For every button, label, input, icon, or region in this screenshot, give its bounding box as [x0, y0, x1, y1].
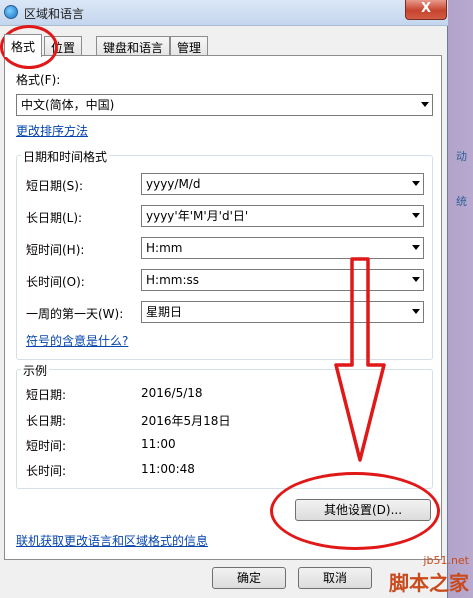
datetime-group-title: 日期和时间格式 [21, 148, 110, 165]
short-date-label: 短日期(S): [26, 179, 84, 193]
example-short-time-value: 11:00 [141, 437, 176, 451]
annotation-circle-other-settings [270, 472, 440, 550]
first-day-label: 一周的第一天(W): [26, 307, 124, 321]
short-date-select[interactable]: yyyy/M/d [141, 173, 424, 195]
ok-button[interactable]: 确定 [212, 567, 286, 589]
globe-icon [4, 5, 18, 19]
background-text: 动 [456, 150, 467, 163]
chevron-down-icon [412, 309, 420, 314]
watermark-site: jb51.net [423, 554, 469, 567]
chevron-down-icon [412, 181, 420, 186]
long-date-select[interactable]: yyyy'年'M'月'd'日' [141, 205, 424, 227]
example-group-title: 示例 [21, 362, 50, 379]
example-long-time-value: 11:00:48 [141, 462, 195, 476]
long-time-label: 长时间(O): [26, 275, 85, 289]
short-time-value: H:mm [146, 241, 183, 255]
chevron-down-icon [412, 213, 420, 218]
example-long-date-value: 2016年5月18日 [141, 414, 231, 428]
example-short-time-label: 短时间: [26, 439, 67, 453]
chevron-down-icon [412, 245, 420, 250]
close-button[interactable]: X [405, 0, 447, 20]
symbol-meaning-link[interactable]: 符号的含意是什么? [26, 332, 128, 349]
format-select-value: 中文(简体，中国) [21, 98, 115, 112]
chevron-down-icon [412, 277, 420, 282]
example-short-date-label: 短日期: [26, 388, 67, 402]
short-time-label: 短时间(H): [26, 243, 85, 257]
tab-keyboard-language[interactable]: 键盘和语言 [96, 36, 171, 56]
example-long-time-label: 长时间: [26, 464, 67, 478]
online-info-link[interactable]: 联机获取更改语言和区域格式的信息 [16, 532, 208, 549]
background-text: 统 [456, 195, 467, 208]
cancel-button[interactable]: 取消 [298, 567, 372, 589]
window-title: 区域和语言 [24, 7, 85, 21]
format-label: 格式(F): [16, 73, 61, 87]
short-date-value: yyyy/M/d [146, 177, 201, 191]
example-long-date-label: 长日期: [26, 414, 67, 428]
chevron-down-icon [421, 102, 429, 107]
change-sort-link[interactable]: 更改排序方法 [16, 122, 88, 139]
long-time-value: H:mm:ss [146, 273, 199, 287]
long-date-label: 长日期(L): [26, 211, 83, 225]
example-short-date-value: 2016/5/18 [141, 386, 203, 400]
title-bar[interactable]: 区域和语言 X [0, 0, 448, 26]
format-select[interactable]: 中文(简体，中国) [16, 94, 433, 116]
long-date-value: yyyy'年'M'月'd'日' [146, 209, 249, 223]
tab-administrative[interactable]: 管理 [170, 36, 209, 56]
watermark-name: 脚本之家 [389, 571, 469, 595]
annotation-down-arrow [334, 257, 386, 462]
watermark: jb51.net 脚本之家 [389, 554, 469, 596]
tab-format[interactable]: 格式 [4, 34, 43, 57]
first-day-value: 星期日 [146, 305, 183, 319]
